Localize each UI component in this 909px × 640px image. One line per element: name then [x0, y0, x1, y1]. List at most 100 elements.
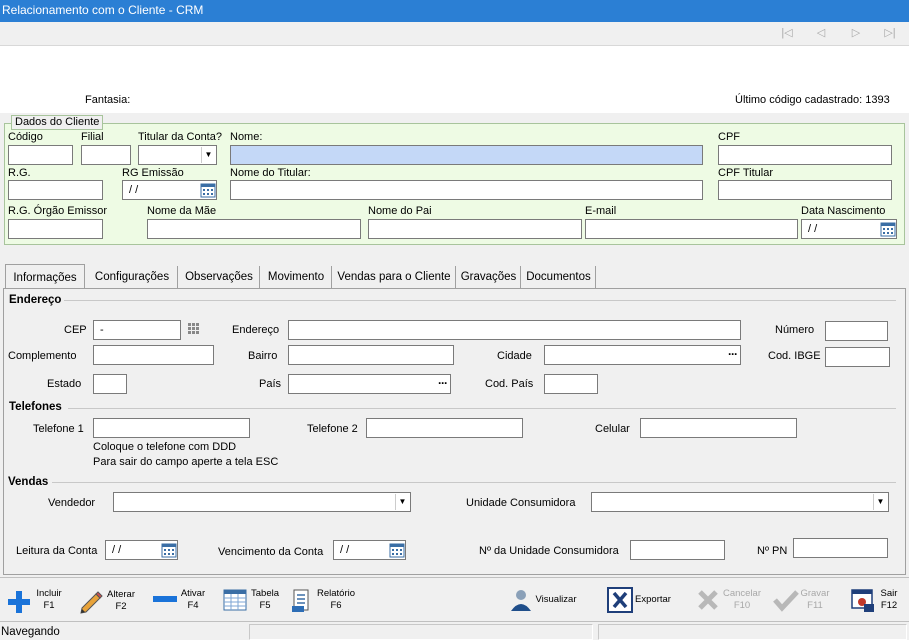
telefone1-field[interactable]: [93, 418, 250, 438]
previous-record-icon[interactable]: ◁: [813, 26, 829, 40]
status-bar: Navegando: [0, 621, 909, 640]
vendedor-label: Vendedor: [48, 497, 96, 509]
incluir-button[interactable]: Incluir F1: [6, 586, 66, 616]
nome-titular-field[interactable]: [230, 180, 703, 200]
calendar-icon[interactable]: [161, 542, 177, 558]
nome-pai-field[interactable]: [368, 219, 582, 239]
vencimento-conta-label: Vencimento da Conta: [218, 546, 324, 558]
cod-ibge-label: Cod. IBGE: [768, 350, 821, 362]
rg-emissao-label: RG Emissão: [122, 167, 184, 179]
fantasia-label: Fantasia:: [85, 94, 131, 106]
alterar-shortcut: F2: [115, 601, 127, 612]
user-view-icon: [511, 590, 531, 611]
tab-documentos[interactable]: Documentos: [522, 266, 596, 288]
titular-conta-select[interactable]: ▼: [138, 145, 217, 165]
status-cell-2: [249, 624, 593, 640]
visualizar-button[interactable]: Visualizar: [509, 586, 581, 616]
cod-ibge-field[interactable]: [825, 347, 890, 367]
codigo-field[interactable]: [8, 145, 73, 165]
cpf-field[interactable]: [718, 145, 892, 165]
cpf-titular-label: CPF Titular: [718, 167, 774, 179]
unidade-consumidora-select[interactable]: ▼: [591, 492, 889, 512]
vendedor-select[interactable]: ▼: [113, 492, 411, 512]
ellipsis-icon[interactable]: ···: [728, 346, 738, 362]
data-nascimento-label: Data Nascimento: [801, 205, 886, 217]
cancelar-shortcut: F10: [733, 600, 751, 611]
cod-pais-field[interactable]: [544, 374, 598, 394]
chevron-down-icon[interactable]: ▼: [201, 147, 215, 163]
cancelar-button[interactable]: Cancelar F10: [696, 586, 766, 616]
codigo-label: Código: [8, 131, 43, 143]
gravar-button[interactable]: Gravar F11: [773, 586, 833, 616]
filial-field[interactable]: [81, 145, 131, 165]
num-pn-label: Nº PN: [757, 545, 788, 557]
ativar-button[interactable]: Ativar F4: [152, 586, 212, 616]
telefone2-field[interactable]: [366, 418, 523, 438]
tabela-button[interactable]: Tabela F5: [223, 586, 283, 616]
tab-informacoes[interactable]: Informações: [5, 264, 85, 289]
visualizar-label: Visualizar: [535, 594, 577, 605]
cidade-field[interactable]: ···: [544, 345, 741, 365]
endereco-section-title: Endereço: [9, 294, 62, 306]
tab-configuracoes[interactable]: Configurações: [87, 266, 178, 288]
nome-field[interactable]: [230, 145, 703, 165]
complemento-label: Complemento: [8, 350, 77, 362]
last-record-icon[interactable]: ▷|: [882, 26, 898, 40]
vencimento-conta-date[interactable]: / /: [333, 540, 406, 560]
calendar-icon[interactable]: [200, 182, 216, 198]
cpf-titular-field[interactable]: [718, 180, 892, 200]
plus-icon: [8, 591, 30, 613]
tabela-label: Tabela: [251, 588, 279, 599]
ativar-shortcut: F4: [187, 600, 199, 611]
bairro-field[interactable]: [288, 345, 454, 365]
estado-field[interactable]: [93, 374, 127, 394]
exit-icon: [851, 589, 874, 612]
nome-titular-label: Nome do Titular:: [230, 167, 311, 179]
alterar-button[interactable]: Alterar F2: [78, 586, 140, 616]
email-field[interactable]: [585, 219, 798, 239]
sair-button[interactable]: Sair F12: [850, 586, 904, 616]
chevron-down-icon[interactable]: ▼: [395, 494, 409, 510]
cpf-label: CPF: [718, 131, 740, 143]
next-record-icon[interactable]: ▷: [848, 26, 864, 40]
email-label: E-mail: [585, 205, 617, 217]
celular-field[interactable]: [640, 418, 797, 438]
leitura-conta-date[interactable]: / /: [105, 540, 178, 560]
num-unidade-field[interactable]: [630, 540, 725, 560]
first-record-icon[interactable]: |◁: [779, 26, 795, 40]
unidade-consumidora-label: Unidade Consumidora: [466, 497, 576, 509]
rg-emissao-date[interactable]: / /: [122, 180, 217, 200]
endereco-label: Endereço: [232, 324, 280, 336]
cep-field[interactable]: -: [93, 320, 181, 340]
tab-movimento[interactable]: Movimento: [261, 266, 332, 288]
pais-label: País: [259, 378, 282, 390]
exportar-label: Exportar: [635, 594, 671, 605]
window-titlebar: Relacionamento com o Cliente - CRM: [0, 0, 909, 22]
estado-label: Estado: [47, 378, 82, 390]
relatorio-button[interactable]: Relatório F6: [292, 586, 362, 616]
num-pn-field[interactable]: [793, 538, 888, 558]
tab-vendas-cliente[interactable]: Vendas para o Cliente: [333, 266, 456, 288]
calendar-icon[interactable]: [880, 221, 896, 237]
rg-field[interactable]: [8, 180, 103, 200]
complemento-field[interactable]: [93, 345, 214, 365]
numero-field[interactable]: [825, 321, 888, 341]
keypad-icon[interactable]: [188, 323, 202, 335]
telefone2-label: Telefone 2: [307, 423, 358, 435]
pais-field[interactable]: ···: [288, 374, 451, 394]
endereco-field[interactable]: [288, 320, 741, 340]
exportar-button[interactable]: Exportar: [607, 586, 671, 616]
chevron-down-icon[interactable]: ▼: [873, 494, 887, 510]
tab-gravacoes[interactable]: Gravações: [457, 266, 521, 288]
checkmark-icon: [773, 590, 799, 612]
cancelar-label: Cancelar: [722, 588, 762, 599]
rg-emissao-value: / /: [129, 184, 139, 196]
tab-observacoes[interactable]: Observações: [179, 266, 260, 288]
vencimento-conta-value: / /: [340, 544, 350, 556]
calendar-icon[interactable]: [389, 542, 405, 558]
ultimo-codigo-label: Último código cadastrado: 1393: [735, 94, 890, 106]
ellipsis-icon[interactable]: ···: [438, 375, 448, 391]
data-nascimento-date[interactable]: / /: [801, 219, 897, 239]
rg-orgao-field[interactable]: [8, 219, 103, 239]
nome-mae-field[interactable]: [147, 219, 361, 239]
